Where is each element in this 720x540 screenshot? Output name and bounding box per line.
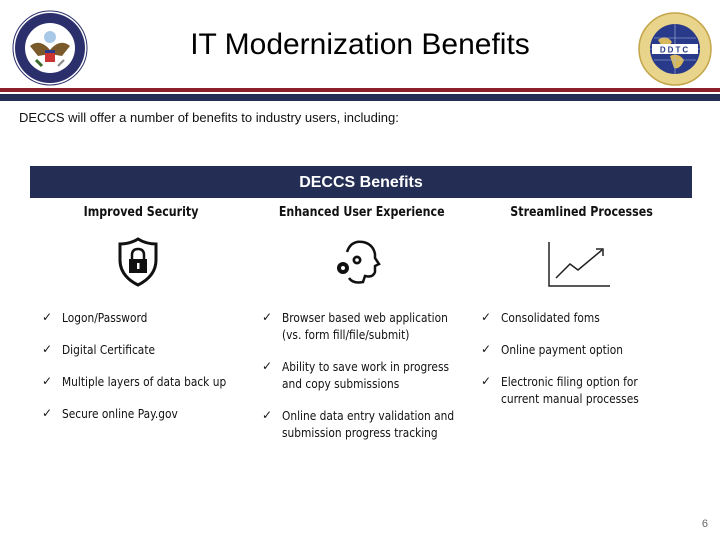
check-icon: ✓	[42, 374, 53, 388]
check-icon: ✓	[42, 310, 53, 324]
list-item: ✓ Logon/Password	[42, 310, 148, 325]
check-icon: ✓	[481, 342, 492, 356]
column-heading-user-experience: Enhanced User Experience	[278, 204, 445, 220]
check-icon: ✓	[262, 359, 273, 373]
processes-benefits-list: ✓ Consolidated foms ✓ Online payment optio…	[481, 309, 691, 407]
check-icon: ✓	[481, 310, 492, 324]
list-item: ✓ Online data entry validation and submiss…	[262, 408, 455, 440]
list-item: ✓ Digital Certificate	[42, 342, 156, 357]
benefits-banner: DECCS Benefits	[30, 166, 692, 198]
list-item: ✓ Electronic filing option for current man…	[481, 374, 639, 406]
trend-chart-icon	[548, 242, 610, 287]
page-number: 6	[701, 518, 708, 530]
ddtc-seal: DDTC	[638, 12, 712, 86]
ddtc-seal-label: DDTC	[660, 46, 690, 55]
shield-lock-icon	[118, 237, 158, 287]
page-title: IT Modernization Benefits	[190, 28, 530, 61]
column-heading-processes: Streamlined Processes	[510, 204, 653, 220]
check-icon: ✓	[42, 342, 53, 356]
head-gears-icon	[337, 240, 381, 284]
security-benefits-list: ✓ Logon/Password ✓ Digital Certificate ✓ Mu…	[42, 309, 252, 422]
list-item: ✓ Ability to save work in progress and cop…	[262, 359, 450, 391]
check-icon: ✓	[262, 408, 273, 422]
list-item: ✓ Browser based web application (vs. form …	[262, 310, 448, 342]
intro-text: DECCS will offer a number of benefits to…	[19, 110, 399, 125]
column-heading-security: Improved Security	[83, 204, 199, 220]
user-experience-benefits-list: ✓ Browser based web application (vs. form …	[262, 309, 477, 441]
header-divider-navy	[0, 94, 720, 101]
list-item: ✓ Consolidated foms	[481, 310, 600, 325]
list-item: ✓ Secure online Pay.gov	[42, 406, 178, 421]
check-icon: ✓	[42, 406, 53, 420]
check-icon: ✓	[481, 374, 492, 388]
check-icon: ✓	[262, 310, 273, 324]
list-item: ✓ Multiple layers of data back up	[42, 374, 227, 389]
header-divider-red	[0, 88, 720, 92]
list-item: ✓ Online payment option	[481, 342, 623, 357]
